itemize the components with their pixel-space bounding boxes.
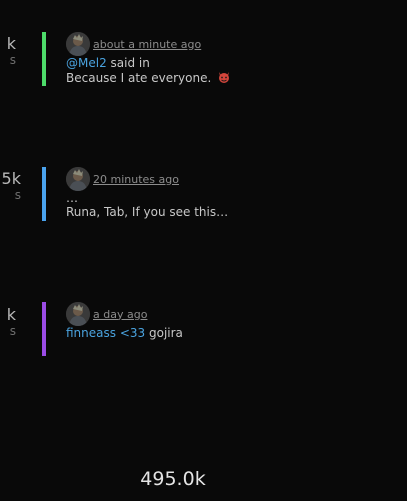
activity-message: Runa, Tab, If you see this… [66,205,229,219]
edge-stat-sub: s [9,324,16,338]
activity-context-text: said in [110,56,150,70]
edge-stat-value: 5k [1,169,21,188]
edge-stat-sub: s [9,53,16,67]
activity-context: @Mel2 said in [66,56,342,70]
devil-face-icon [217,70,231,87]
activity-content: a day ago finneass <33 gojira [66,302,342,340]
activity-meta: a day ago [66,302,342,326]
activity-time-link[interactable]: a day ago [93,308,147,321]
thread-link[interactable]: finneass <33 [66,326,145,340]
activity-page: k s 5k s k s about a minute ago @Mel2 sa… [0,0,407,501]
edge-stat-value: k [6,305,16,324]
activity-meta: 20 minutes ago [66,167,342,191]
activity-accent-bar [42,167,46,221]
edge-stat-3: k s [0,305,16,339]
activity-content: about a minute ago @Mel2 said in Because… [66,32,342,87]
avatar[interactable] [66,302,90,326]
activity-accent-bar [42,32,46,86]
activity-content: 20 minutes ago … Runa, Tab, If you see t… [66,167,342,219]
activity-message: Because I ate everyone. [66,71,212,85]
edge-stat-sub: s [14,188,21,202]
total-count: 495.0k [140,468,206,490]
activity-text: Because I ate everyone. [66,70,342,87]
activity-time-link[interactable]: about a minute ago [93,38,201,51]
activity-accent-bar [42,302,46,356]
edge-stat-value: k [6,34,16,53]
activity-message: gojira [148,326,183,340]
avatar[interactable] [66,167,90,191]
activity-context-ellipsis: … [66,191,78,205]
activity-meta: about a minute ago [66,32,342,56]
edge-stat-1: k s [0,34,16,68]
activity-text: Runa, Tab, If you see this… [66,205,342,219]
activity-item: a day ago finneass <33 gojira [42,302,342,356]
avatar[interactable] [66,32,90,56]
activity-context: … [66,191,342,205]
activity-item: 20 minutes ago … Runa, Tab, If you see t… [42,167,342,221]
activity-time-link[interactable]: 20 minutes ago [93,173,179,186]
user-mention-link[interactable]: @Mel2 [66,56,107,70]
edge-stat-2: 5k s [0,169,21,203]
activity-item: about a minute ago @Mel2 said in Because… [42,32,342,86]
activity-text: finneass <33 gojira [66,326,342,340]
